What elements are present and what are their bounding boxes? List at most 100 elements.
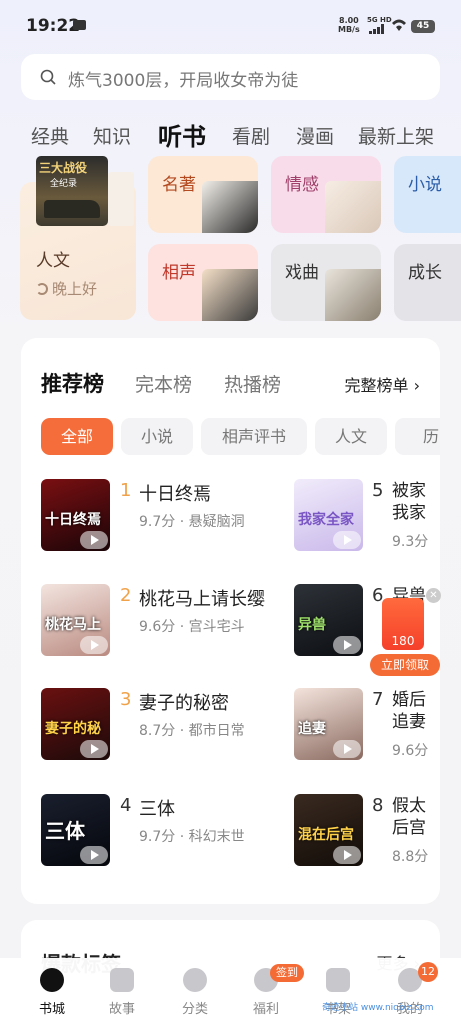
book-cover: 桃花马上: [41, 584, 110, 656]
document-icon: [110, 968, 134, 992]
book-title: 桃花马上请长缨: [139, 589, 265, 610]
nav-welfare[interactable]: 福利 签到: [236, 964, 304, 1017]
nav-category[interactable]: 分类: [165, 968, 225, 1017]
book-meta: 9.3分: [392, 534, 429, 550]
category-art: [325, 269, 381, 321]
nav-label: 故事: [108, 1002, 135, 1017]
claim-button[interactable]: 立即领取: [370, 654, 440, 676]
book-item[interactable]: 我家全家 5 被家我家 9.3分: [294, 479, 440, 559]
category-classics[interactable]: 名著: [148, 156, 258, 233]
cover-text: 我家全家: [298, 512, 354, 528]
tab-comics[interactable]: 漫画: [296, 122, 334, 149]
category-opera[interactable]: 戏曲: [271, 244, 381, 321]
book-title: 婚后追妻: [392, 690, 426, 732]
category-label: 戏曲: [285, 263, 319, 283]
search-placeholder: 炼气3000层，开局收女帝为徒: [68, 71, 299, 91]
category-growth[interactable]: 成长: [394, 244, 461, 321]
book-cover: 三体: [41, 794, 110, 866]
book-title: 妻子的秘密: [139, 693, 229, 714]
book-cover: 妻子的秘: [41, 688, 110, 760]
book-item[interactable]: 混在后宫 8 假太后宫 8.8分: [294, 794, 440, 874]
tab-knowledge[interactable]: 知识: [93, 122, 131, 149]
book-item[interactable]: 追妻 7 婚后追妻 9.6分: [294, 688, 440, 768]
grid-icon: [183, 968, 207, 992]
compass-icon: [40, 968, 64, 992]
category-humanities-card[interactable]: 三大战役 全纪录 人文 晚上好: [20, 156, 136, 320]
chip-all[interactable]: 全部: [41, 418, 113, 455]
category-art: [325, 181, 381, 233]
play-icon[interactable]: [333, 636, 361, 654]
play-icon[interactable]: [333, 846, 361, 864]
book-cover: 十日终焉: [41, 479, 110, 551]
message-icon: [73, 20, 86, 30]
tab-recommended[interactable]: 推荐榜: [41, 368, 104, 398]
play-icon[interactable]: [333, 531, 361, 549]
play-icon[interactable]: [80, 531, 108, 549]
filter-chips: 全部 小说 相声评书 人文 历: [41, 418, 440, 456]
cover-text: 追妻: [298, 721, 326, 737]
nav-label: 福利: [252, 1002, 279, 1017]
tank-illustration: [44, 200, 100, 218]
play-icon[interactable]: [333, 740, 361, 758]
cover-text: 妻子的秘: [45, 721, 101, 737]
tab-drama[interactable]: 看剧: [232, 122, 270, 149]
category-art: [202, 269, 258, 321]
tab-completed[interactable]: 完本榜: [135, 370, 192, 397]
category-emotion[interactable]: 情感: [271, 156, 381, 233]
tab-audiobook[interactable]: 听书: [158, 117, 206, 152]
featured-cover-title: 三大战役: [39, 161, 88, 175]
search-bar[interactable]: 炼气3000层，开局收女帝为徒: [21, 54, 440, 100]
play-icon[interactable]: [80, 846, 108, 864]
tab-classic[interactable]: 经典: [31, 122, 69, 149]
play-icon[interactable]: [80, 740, 108, 758]
red-packet-amount: 180: [391, 634, 415, 648]
rank-number: 4: [120, 795, 132, 816]
tab-new-releases[interactable]: 最新上架: [358, 122, 434, 149]
book-meta: 9.6分: [392, 743, 429, 759]
book-cover: 异兽: [294, 584, 363, 656]
book-spine: [108, 172, 134, 226]
featured-cover-subtitle: 全纪录: [50, 179, 78, 189]
category-label: 名著: [162, 175, 196, 195]
book-meta: 8.8分: [392, 849, 429, 865]
book-title: 十日终焉: [139, 484, 211, 505]
category-art: [202, 181, 258, 233]
network-speed: 8.00 MB/s: [338, 16, 360, 34]
chip-crosstalk[interactable]: 相声评书: [201, 418, 307, 455]
cover-text: 三体: [45, 819, 85, 843]
watermark: 奇迹小站 www.niqixz.com: [322, 1003, 434, 1013]
chip-novel[interactable]: 小说: [121, 418, 193, 455]
category-novel[interactable]: 小说: [394, 156, 461, 233]
speed-value: 8.00: [339, 16, 359, 25]
wifi-icon: [392, 19, 406, 31]
book-meta: 9.6分 · 宫斗宅斗: [139, 619, 245, 635]
category-label: 成长: [408, 263, 442, 283]
bottom-nav: 书城 故事 分类 福利 签到 书架 我的 12: [0, 958, 461, 1024]
book-meta: 9.7分 · 悬疑脑洞: [139, 514, 245, 530]
chip-humanities[interactable]: 人文: [315, 418, 387, 455]
close-icon[interactable]: ✕: [426, 588, 441, 603]
moon-icon: [36, 283, 48, 295]
full-ranking-link[interactable]: 完整榜单 ›: [344, 372, 420, 396]
book-item[interactable]: 妻子的秘 3 妻子的秘密 8.7分 · 都市日常: [41, 688, 245, 768]
tab-hot[interactable]: 热播榜: [224, 370, 281, 397]
rank-number: 2: [120, 585, 132, 606]
red-packet-float[interactable]: 180 立即领取 ✕: [370, 588, 442, 678]
full-ranking-label: 完整榜单: [344, 376, 409, 395]
search-icon: [40, 69, 56, 85]
book-meta: 8.7分 · 都市日常: [139, 723, 245, 739]
category-label: 相声: [162, 263, 196, 283]
nav-stories[interactable]: 故事: [92, 968, 152, 1017]
nav-bookstore[interactable]: 书城: [22, 968, 82, 1017]
cover-text: 桃花马上: [45, 617, 101, 633]
book-item[interactable]: 十日终焉 1 十日终焉 9.7分 · 悬疑脑洞: [41, 479, 245, 559]
book-meta: 9.7分 · 科幻末世: [139, 829, 245, 845]
play-icon[interactable]: [80, 636, 108, 654]
chip-history[interactable]: 历: [395, 418, 440, 455]
notification-badge: 12: [418, 962, 438, 982]
cover-text: 十日终焉: [45, 512, 101, 528]
book-item[interactable]: 桃花马上 2 桃花马上请长缨 9.6分 · 宫斗宅斗: [41, 584, 265, 664]
category-crosstalk[interactable]: 相声: [148, 244, 258, 321]
book-item[interactable]: 三体 4 三体 9.7分 · 科幻末世: [41, 794, 245, 874]
category-label: 情感: [285, 175, 319, 195]
